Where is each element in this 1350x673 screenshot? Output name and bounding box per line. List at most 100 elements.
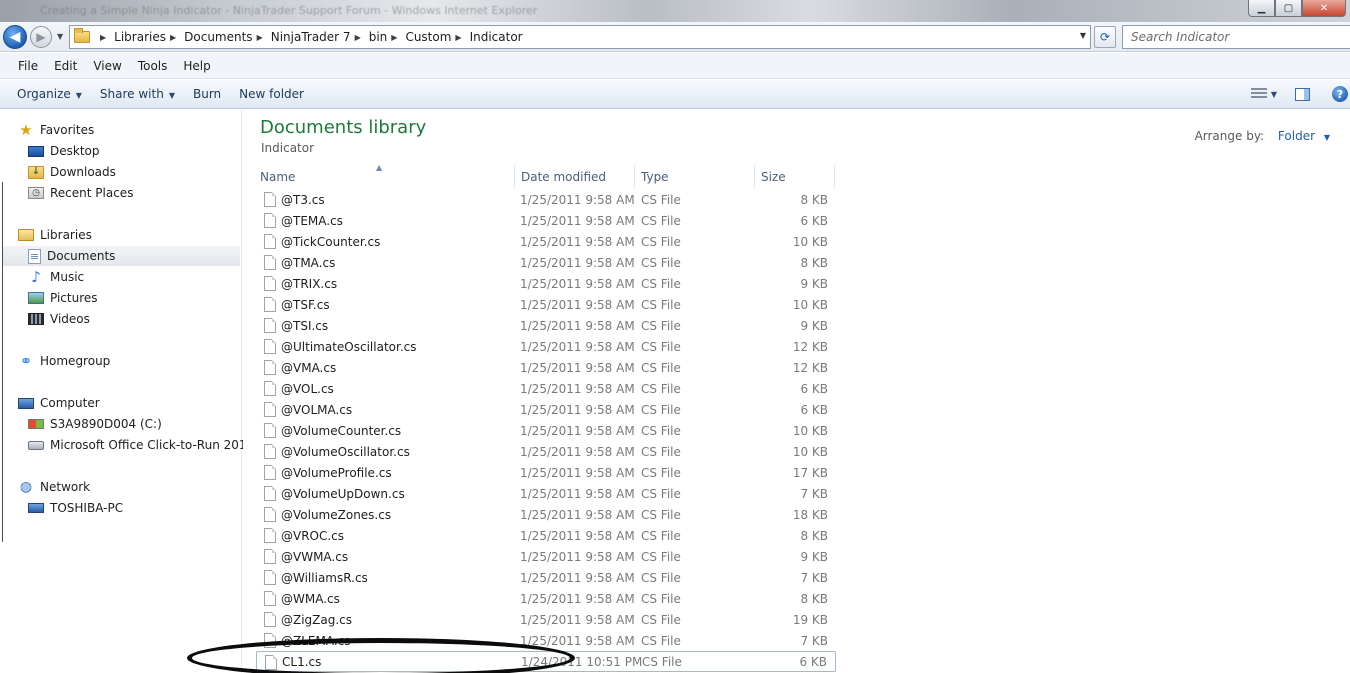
nav-item-label: TOSHIBA-PC <box>50 501 124 515</box>
file-size: 12 KB <box>792 360 828 375</box>
breadcrumb-ninjatrader[interactable]: NinjaTrader 7 <box>271 30 351 44</box>
nav-network[interactable]: ◍ Network <box>18 477 90 497</box>
share-with-button[interactable]: Share with ▼ <box>91 87 184 101</box>
file-size: 12 KB <box>792 339 828 354</box>
menu-view[interactable]: View <box>85 59 129 73</box>
column-header-type[interactable]: Type <box>635 165 755 189</box>
drive-icon <box>28 440 44 450</box>
file-type: CS File <box>641 549 681 564</box>
breadcrumb-separator-icon[interactable]: ▶ <box>100 33 106 42</box>
refresh-button[interactable]: ⟳ <box>1094 26 1116 48</box>
file-name: @TSF.cs <box>281 297 330 312</box>
table-row[interactable]: @TRIX.cs 1/25/2011 9:58 AM CS File 9 KB <box>256 273 836 294</box>
nav-favorites[interactable]: ★ Favorites <box>18 120 94 140</box>
view-options-dropdown-icon[interactable]: ▼ <box>1271 90 1277 99</box>
arrange-by-dropdown[interactable]: Folder <box>1278 129 1315 143</box>
nav-item-label: Documents <box>47 249 116 263</box>
file-name: @TickCounter.cs <box>281 234 381 249</box>
table-row[interactable]: @TMA.cs 1/25/2011 9:58 AM CS File 8 KB <box>256 252 836 273</box>
file-type: CS File <box>641 402 681 417</box>
nav-item-desktop[interactable]: Desktop <box>28 141 100 161</box>
column-header-size[interactable]: Size <box>755 165 835 189</box>
table-row[interactable]: @TSF.cs 1/25/2011 9:58 AM CS File 10 KB <box>256 294 836 315</box>
column-header-date[interactable]: Date modified <box>515 165 635 189</box>
preview-pane-icon[interactable] <box>1295 87 1310 101</box>
breadcrumb-separator-icon[interactable]: ▶ <box>257 33 263 42</box>
table-row[interactable]: @VWMA.cs 1/25/2011 9:58 AM CS File 9 KB <box>256 546 836 567</box>
forward-button[interactable]: ▶ <box>30 26 52 48</box>
table-row[interactable]: CL1.cs 1/24/2011 10:51 PM CS File 6 KB <box>256 651 836 672</box>
recent-pages-dropdown-icon[interactable]: ▼ <box>57 32 63 41</box>
breadcrumb-separator-icon[interactable]: ▶ <box>170 33 176 42</box>
table-row[interactable]: @VOLMA.cs 1/25/2011 9:58 AM CS File 6 KB <box>256 399 836 420</box>
nav-item-office-drive[interactable]: Microsoft Office Click-to-Run 2010 ( <box>28 435 263 455</box>
help-icon[interactable]: ? <box>1332 86 1348 102</box>
nav-item-downloads[interactable]: ↓ Downloads <box>28 162 116 182</box>
address-bar[interactable]: ▶ Libraries ▶ Documents ▶ NinjaTrader 7 … <box>69 25 1091 49</box>
burn-button[interactable]: Burn <box>184 87 230 101</box>
table-row[interactable]: @VMA.cs 1/25/2011 9:58 AM CS File 12 KB <box>256 357 836 378</box>
chevron-down-icon[interactable]: ▼ <box>1324 133 1330 142</box>
file-type: CS File <box>641 339 681 354</box>
address-dropdown-icon[interactable]: ▼ <box>1080 31 1086 40</box>
cs-file-icon <box>264 213 276 228</box>
breadcrumb-separator-icon[interactable]: ▶ <box>355 33 361 42</box>
maximize-button[interactable]: ▢ <box>1275 0 1302 17</box>
organize-button[interactable]: Organize ▼ <box>8 87 91 101</box>
new-folder-button[interactable]: New folder <box>230 87 313 101</box>
table-row[interactable]: @T3.cs 1/25/2011 9:58 AM CS File 8 KB <box>256 189 836 210</box>
homegroup-icon: ⚭ <box>19 351 33 370</box>
nav-item-documents[interactable]: Documents <box>3 246 240 266</box>
table-row[interactable]: @VolumeCounter.cs 1/25/2011 9:58 AM CS Fil… <box>256 420 836 441</box>
close-button[interactable]: ✕ <box>1302 0 1346 17</box>
details-view-icon[interactable] <box>1250 88 1267 100</box>
nav-libraries[interactable]: Libraries <box>18 225 92 245</box>
nav-item-c-drive[interactable]: S3A9890D004 (C:) <box>28 414 162 434</box>
nav-item-videos[interactable]: Videos <box>28 309 90 329</box>
table-row[interactable]: @TEMA.cs 1/25/2011 9:58 AM CS File 6 KB <box>256 210 836 231</box>
nav-item-toshiba-pc[interactable]: TOSHIBA-PC <box>28 498 123 518</box>
table-row[interactable]: @WMA.cs 1/25/2011 9:58 AM CS File 8 KB <box>256 588 836 609</box>
nav-item-recent-places[interactable]: ◷ Recent Places <box>28 183 133 203</box>
table-row[interactable]: @VolumeProfile.cs 1/25/2011 9:58 AM CS Fil… <box>256 462 836 483</box>
table-row[interactable]: @TickCounter.cs 1/25/2011 9:58 AM CS File 1… <box>256 231 836 252</box>
table-row[interactable]: @UltimateOscillator.cs 1/25/2011 9:58 AM C… <box>256 336 836 357</box>
library-subtitle: Indicator <box>261 141 315 155</box>
table-row[interactable]: @VolumeOscillator.cs 1/25/2011 9:58 AM CS … <box>256 441 836 462</box>
breadcrumb-separator-icon[interactable]: ▶ <box>455 33 461 42</box>
column-header-name[interactable]: Name ▲ <box>254 163 515 189</box>
cs-file-icon <box>264 276 276 291</box>
table-row[interactable]: @TSI.cs 1/25/2011 9:58 AM CS File 9 KB <box>256 315 836 336</box>
nav-item-music[interactable]: ♪ Music <box>28 267 84 287</box>
nav-computer[interactable]: Computer <box>18 393 100 413</box>
breadcrumb-separator-icon[interactable]: ▶ <box>391 33 397 42</box>
breadcrumb-indicator[interactable]: Indicator <box>470 30 523 44</box>
table-row[interactable]: @WilliamsR.cs 1/25/2011 9:58 AM CS File 7 K… <box>256 567 836 588</box>
nav-homegroup[interactable]: ⚭ Homegroup <box>18 351 111 371</box>
back-button[interactable]: ◀ <box>3 25 27 49</box>
search-input[interactable]: Search Indicator <box>1122 25 1350 49</box>
table-row[interactable]: @VolumeZones.cs 1/25/2011 9:58 AM CS File 1… <box>256 504 836 525</box>
menu-tools[interactable]: Tools <box>130 59 176 73</box>
file-size: 7 KB <box>800 486 828 501</box>
breadcrumb-libraries[interactable]: Libraries <box>114 30 166 44</box>
search-placeholder: Search Indicator <box>1131 30 1230 44</box>
minimize-button[interactable]: ▁ <box>1248 0 1275 17</box>
file-type: CS File <box>641 360 681 375</box>
menu-edit[interactable]: Edit <box>46 59 85 73</box>
file-date: 1/25/2011 9:58 AM <box>520 486 635 501</box>
breadcrumb-bin[interactable]: bin <box>369 30 388 44</box>
menu-help[interactable]: Help <box>175 59 218 73</box>
menu-file[interactable]: File <box>10 59 46 73</box>
breadcrumb-documents[interactable]: Documents <box>184 30 252 44</box>
table-row[interactable]: @ZLEMA.cs 1/25/2011 9:58 AM CS File 7 KB <box>256 630 836 651</box>
breadcrumb-custom[interactable]: Custom <box>405 30 451 44</box>
table-row[interactable]: @VOL.cs 1/25/2011 9:58 AM CS File 6 KB <box>256 378 836 399</box>
nav-item-pictures[interactable]: Pictures <box>28 288 98 308</box>
file-name: @VOL.cs <box>281 381 334 396</box>
file-type: CS File <box>641 318 681 333</box>
cs-file-icon <box>264 297 276 312</box>
table-row[interactable]: @VolumeUpDown.cs 1/25/2011 9:58 AM CS File… <box>256 483 836 504</box>
table-row[interactable]: @ZigZag.cs 1/25/2011 9:58 AM CS File 19 KB <box>256 609 836 630</box>
table-row[interactable]: @VROC.cs 1/25/2011 9:58 AM CS File 8 KB <box>256 525 836 546</box>
